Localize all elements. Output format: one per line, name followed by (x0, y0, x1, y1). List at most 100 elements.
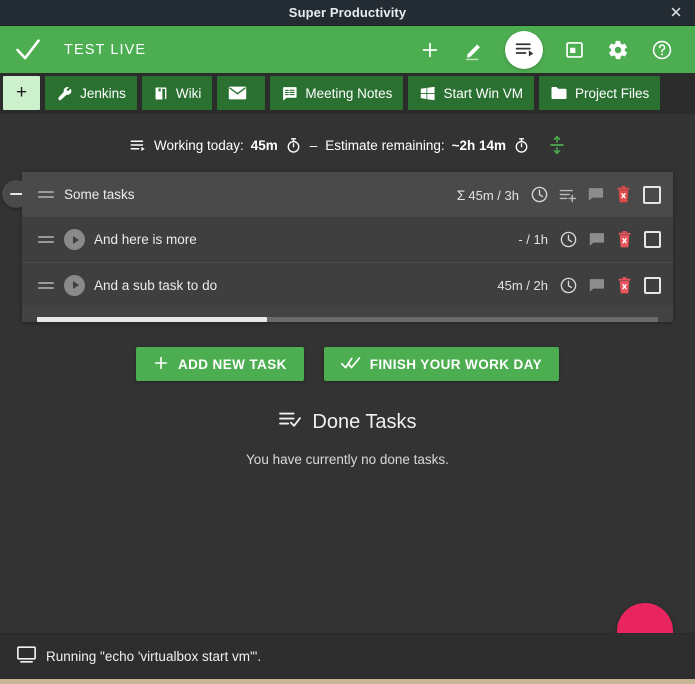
task-title: And a sub task to do (94, 277, 218, 293)
task-row[interactable]: And here is more - / 1h (22, 217, 673, 262)
bookmark-jenkins[interactable]: Jenkins (45, 76, 137, 110)
play-icon[interactable] (64, 229, 85, 250)
add-task-icon[interactable] (417, 37, 443, 63)
bookmark-label: Start Win VM (443, 85, 523, 101)
stopwatch-icon[interactable] (285, 137, 302, 154)
stopwatch-icon[interactable] (513, 137, 530, 154)
main-content: Working today: 45m – Estimate remaining:… (0, 114, 695, 633)
comment-icon[interactable] (582, 271, 610, 299)
task-list-play-icon (129, 136, 147, 154)
finish-work-day-button[interactable]: FINISH YOUR WORK DAY (323, 347, 560, 381)
sum-symbol: Σ (456, 186, 466, 203)
drag-handle[interactable] (38, 281, 56, 289)
clock-icon[interactable] (554, 271, 582, 299)
bookmark-start-win-vm[interactable]: Start Win VM (408, 76, 534, 110)
book-icon (153, 85, 169, 102)
edit-pencil-icon[interactable] (461, 37, 487, 63)
task-checkbox[interactable] (643, 185, 661, 204)
bookmark-project-files[interactable]: Project Files (538, 76, 661, 110)
add-new-task-label: ADD NEW TASK (177, 356, 287, 372)
task-time[interactable]: Σ 45m / 3h (457, 187, 519, 203)
task-row[interactable]: Some tasks Σ 45m / 3h (22, 172, 673, 217)
bookmark-wiki[interactable]: Wiki (141, 76, 213, 110)
envelope-icon (228, 85, 247, 101)
monitor-icon (16, 645, 37, 669)
done-tasks-empty-text: You have currently no done tasks. (246, 452, 449, 467)
status-bar-text: Running "echo 'virtualbox start vm'". (46, 649, 262, 664)
delete-trash-icon[interactable] (610, 226, 638, 254)
add-new-task-button[interactable]: ADD NEW TASK (135, 347, 304, 381)
time-separator: / (497, 187, 501, 203)
wrench-icon (56, 85, 73, 102)
settings-gear-icon[interactable] (605, 37, 631, 63)
time-estimate: 2h (533, 277, 548, 293)
estimate-remaining-value: ~2h 14m (451, 137, 507, 153)
task-time[interactable]: - / 1h (518, 232, 548, 247)
done-tasks-heading: Done Tasks (312, 410, 417, 433)
bookmark-label: Project Files (574, 85, 650, 101)
task-title: Some tasks (64, 187, 135, 202)
page-title: TEST LIVE (64, 41, 147, 58)
task-title: And here is more (94, 232, 197, 247)
delete-trash-icon[interactable] (609, 181, 637, 209)
delete-trash-icon[interactable] (610, 271, 638, 299)
estimate-remaining-label: Estimate remaining: (325, 137, 445, 153)
bookmark-bar: + Jenkins Wiki Meeting Notes Start Win V… (0, 73, 695, 114)
task-checkbox[interactable] (644, 231, 661, 248)
bookmark-label: Wiki (175, 85, 202, 101)
task-checkbox[interactable] (644, 276, 661, 294)
window-title-bar: Super Productivity ✕ (0, 0, 695, 26)
windows-logo-icon (419, 85, 436, 102)
drag-handle[interactable] (38, 236, 56, 243)
task-row-actions: Σ 45m / 3h (457, 181, 661, 209)
time-estimate: 3h (504, 187, 519, 203)
double-check-icon (340, 355, 361, 374)
bookmark-mail[interactable] (217, 76, 266, 110)
task-row-actions: - / 1h (518, 226, 661, 254)
time-spent: 45m (497, 277, 523, 293)
app-header: TEST LIVE (0, 26, 695, 73)
split-time-icon[interactable] (548, 135, 566, 155)
check-icon[interactable] (0, 36, 56, 64)
bookmark-label: Meeting Notes (305, 85, 393, 101)
comment-icon[interactable] (582, 226, 610, 254)
done-list-icon (278, 409, 302, 435)
time-separator: / (526, 232, 530, 247)
done-tasks-header: Done Tasks (0, 381, 695, 435)
task-time[interactable]: 45m / 2h (497, 278, 548, 293)
notes-bubble-icon (281, 85, 298, 102)
clock-icon[interactable] (554, 226, 582, 254)
task-list-card: Some tasks Σ 45m / 3h And here is more -… (2, 172, 673, 322)
play-icon[interactable] (64, 274, 85, 296)
header-actions (417, 30, 681, 69)
plus-icon (153, 355, 169, 374)
add-floating-button[interactable] (617, 603, 673, 633)
task-list-icon[interactable] (505, 30, 543, 69)
drag-handle[interactable] (38, 191, 56, 198)
work-summary-bar: Working today: 45m – Estimate remaining:… (0, 114, 695, 172)
finish-work-day-label: FINISH YOUR WORK DAY (369, 356, 543, 372)
task-row-actions: 45m / 2h (497, 271, 661, 299)
folder-icon (550, 85, 568, 101)
time-spent: 45m (468, 187, 494, 203)
bookmark-add-button[interactable]: + (3, 76, 41, 110)
close-icon[interactable]: ✕ (667, 5, 685, 20)
window-title: Super Productivity (288, 5, 407, 20)
clock-icon[interactable] (525, 181, 553, 209)
help-circle-icon[interactable] (649, 37, 675, 63)
comment-icon[interactable] (581, 181, 609, 209)
bookmark-meeting-notes[interactable]: Meeting Notes (270, 76, 404, 110)
task-row[interactable]: And a sub task to do 45m / 2h (22, 262, 673, 307)
add-subtask-icon[interactable] (553, 181, 581, 209)
calendar-icon[interactable] (561, 37, 587, 63)
task-actions: ADD NEW TASK FINISH YOUR WORK DAY (0, 322, 695, 381)
time-separator: / (526, 277, 530, 293)
app-window: Super Productivity ✕ TEST LIVE + Jenkins… (0, 0, 695, 684)
working-today-label: Working today: (153, 137, 244, 153)
bookmark-label: Jenkins (80, 85, 126, 101)
minus-bar (9, 193, 23, 195)
desktop-strip (0, 679, 695, 684)
time-spent: - (518, 232, 523, 247)
working-today-value: 45m (250, 137, 278, 153)
time-estimate: 1h (533, 232, 548, 247)
